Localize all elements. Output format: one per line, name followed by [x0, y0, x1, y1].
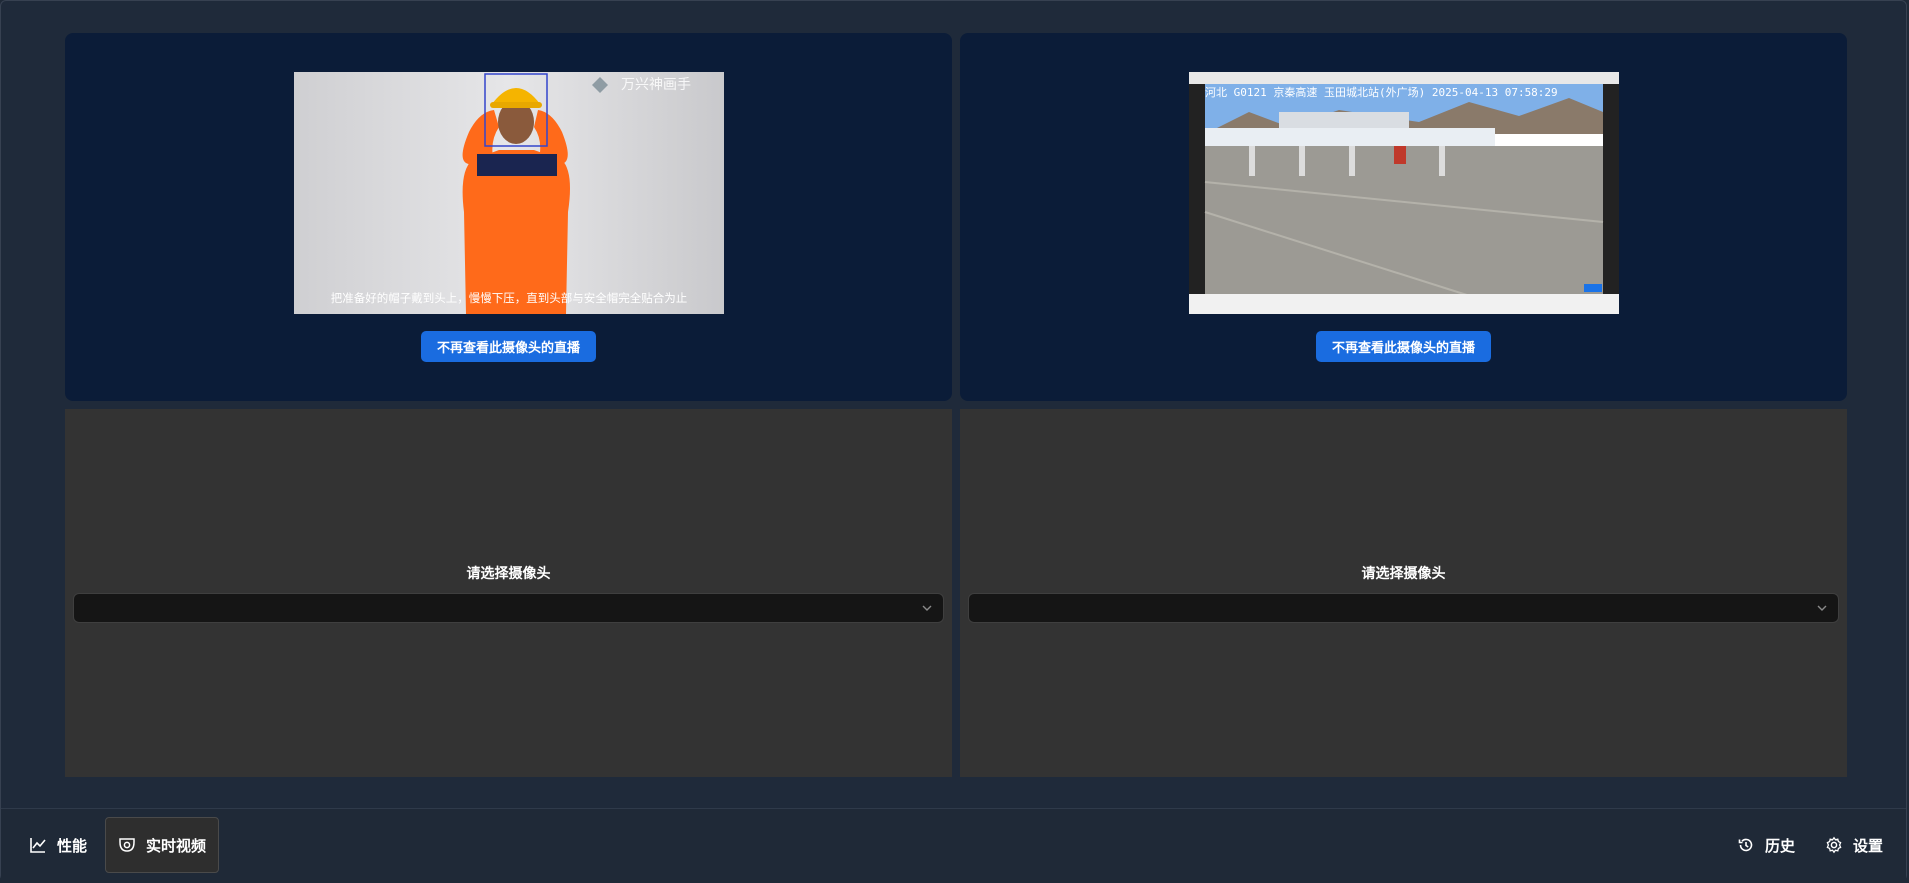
chevron-down-icon	[1817, 605, 1827, 611]
stop-live-button-2[interactable]: 不再查看此摄像头的直播	[1315, 331, 1491, 362]
worker-helmet-video: 万兴神画手 把准备好的帽子戴到头上，慢慢下压，直到头部与安全帽完全贴合为止	[293, 72, 724, 314]
camera-slot-4: 请选择摄像头	[960, 409, 1847, 777]
nav-performance-label: 性能	[57, 836, 88, 855]
camera-slot-1: 万兴神画手 把准备好的帽子戴到头上，慢慢下压，直到头部与安全帽完全贴合为止 不再…	[65, 33, 952, 401]
gear-icon	[1826, 836, 1842, 854]
line-chart-icon	[30, 838, 46, 853]
live-video-feed-1[interactable]: 万兴神画手 把准备好的帽子戴到头上，慢慢下压，直到头部与安全帽完全贴合为止	[293, 72, 724, 314]
nav-performance[interactable]: 性能	[17, 817, 99, 873]
nav-history-label: 历史	[1765, 836, 1796, 855]
camera-slot-3: 请选择摄像头	[65, 409, 952, 777]
camera-select-1[interactable]	[73, 593, 944, 623]
camera-grid: 万兴神画手 把准备好的帽子戴到头上，慢慢下压，直到头部与安全帽完全贴合为止 不再…	[65, 33, 1847, 777]
stop-live-button-1[interactable]: 不再查看此摄像头的直播	[420, 331, 596, 362]
app-frame: 万兴神画手 把准备好的帽子戴到头上，慢慢下压，直到头部与安全帽完全贴合为止 不再…	[0, 0, 1907, 881]
nav-live-video-label: 实时视频	[146, 836, 207, 855]
nav-history[interactable]: 历史	[1725, 817, 1807, 873]
video-banner: 河北 G0121 京秦高速 玉田城北站(外广场) 2025-04-13 07:5…	[1205, 85, 1558, 99]
nav-settings[interactable]: 设置	[1813, 817, 1895, 873]
camera-slot-2: 河北 G0121 京秦高速 玉田城北站(外广场) 2025-04-13 07:5…	[960, 33, 1847, 401]
camera-select-2[interactable]	[968, 593, 1839, 623]
bottom-nav: 性能 实时视频 历史 设置	[1, 808, 1906, 881]
nav-live-video[interactable]: 实时视频	[105, 817, 219, 873]
toll-station-video: 河北 G0121 京秦高速 玉田城北站(外广场) 2025-04-13 07:5…	[1188, 72, 1619, 314]
select-camera-label: 请选择摄像头	[466, 566, 551, 582]
video-watermark: 万兴神画手	[621, 77, 691, 93]
history-icon	[1738, 838, 1753, 852]
live-video-feed-2[interactable]: 河北 G0121 京秦高速 玉田城北站(外广场) 2025-04-13 07:5…	[1188, 72, 1619, 314]
chevron-down-icon	[922, 605, 932, 611]
video-subtitle: 把准备好的帽子戴到头上，慢慢下压，直到头部与安全帽完全贴合为止	[330, 291, 687, 305]
security-camera-icon	[119, 838, 135, 852]
nav-settings-label: 设置	[1853, 836, 1884, 855]
select-camera-label: 请选择摄像头	[1361, 566, 1446, 582]
